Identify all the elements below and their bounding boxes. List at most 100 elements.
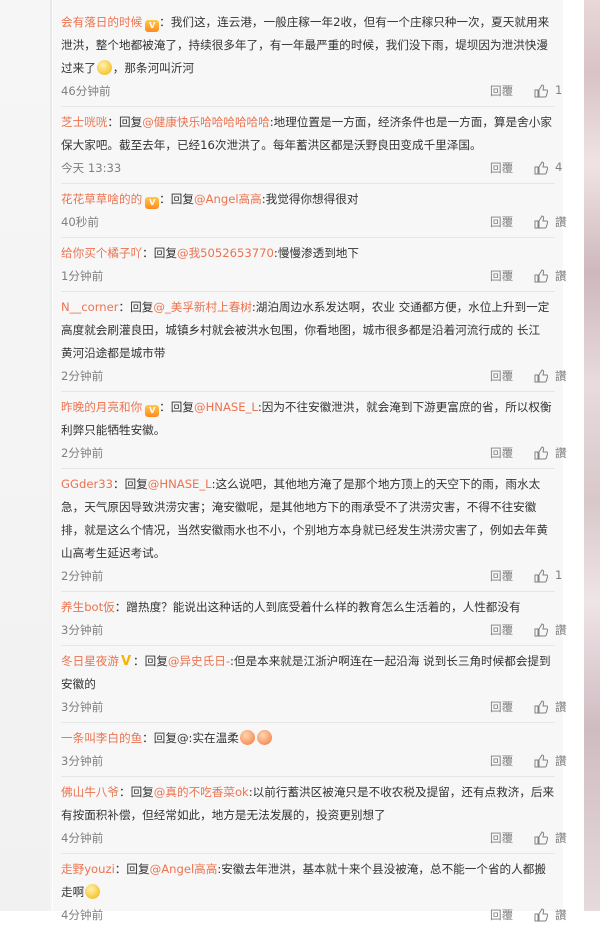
thumbs-up-icon[interactable]: [534, 831, 548, 845]
like-count: 1: [555, 83, 563, 97]
comment-username[interactable]: 花花草草啥的的: [61, 192, 142, 206]
mention-link[interactable]: @健康快乐哈哈哈哈哈哈: [142, 115, 270, 129]
reply-button[interactable]: 回覆: [490, 830, 513, 846]
thumbs-up-icon[interactable]: [534, 84, 548, 98]
reply-prefix: ：回复: [114, 862, 150, 876]
comment-body: ：我们这，连云港，一般庄稼一年2收，但有一个庄稼只种一次，夏天就: [159, 15, 526, 29]
comment-username[interactable]: GGder33: [61, 477, 113, 491]
mention-link[interactable]: @真的不吃香菜ok: [154, 785, 249, 799]
divider: [61, 591, 555, 592]
reply-button[interactable]: 回覆: [490, 622, 513, 638]
comment-item: 养生bot仮：蹭热度？能说出这种话的人到底受着什么样的教育怎么生活着的，人性都没…: [53, 596, 567, 646]
reply-button[interactable]: 回覆: [490, 445, 513, 461]
comment-body: :我觉得你想得很对: [261, 192, 359, 206]
thumbs-up-icon[interactable]: [534, 908, 548, 922]
like-count: 讚: [555, 623, 567, 637]
thumbs-up-icon[interactable]: [534, 700, 548, 714]
comment-meta: 3分钟前 回覆 讚: [61, 750, 567, 773]
emoji-icon: [239, 730, 255, 745]
comment-text: 走野youzi：回复@Angel高高:安徽去年泄洪，基本就十来个县没被淹，总不能…: [61, 858, 555, 904]
left-background: [0, 0, 52, 911]
comment-time: 46分钟前: [61, 84, 111, 98]
comment-meta: 46分钟前 回覆 1: [61, 80, 562, 103]
comment-username[interactable]: 一条叫李白的鱼: [61, 731, 142, 745]
comment-text: GGder33：回复@HNASE_L:这么说吧，其他地方淹了是那个地方顶上的天空…: [61, 473, 555, 565]
like-count: 讚: [555, 908, 567, 922]
like-count: 讚: [555, 831, 567, 845]
reply-button[interactable]: 回覆: [490, 160, 513, 176]
comment-text: 佛山牛八爷：回复@真的不吃香菜ok:以前行蓄洪区被淹只是不收农税及提留，还有点救…: [61, 781, 555, 827]
comment-username[interactable]: 佛山牛八爷: [61, 785, 119, 799]
mention-link[interactable]: @我5052653770: [177, 246, 274, 260]
comment-username[interactable]: 昨晚的月亮和你: [61, 400, 142, 414]
comment-text: 一条叫李白的鱼：回复@:实在温柔: [61, 727, 555, 750]
comment-time: 1分钟前: [61, 269, 104, 283]
comment-text: 昨晚的月亮和你 V ：回复@HNASE_L:因为不往安徽泄洪，就会淹到下游更富庶的省…: [61, 396, 555, 442]
divider: [61, 106, 555, 107]
divider: [61, 237, 555, 238]
thumbs-up-icon[interactable]: [534, 754, 548, 768]
like-count: 讚: [555, 700, 567, 714]
mention-link[interactable]: @HNASE_L: [194, 400, 258, 414]
divider: [61, 468, 555, 469]
reply-prefix: ：回复: [159, 400, 194, 414]
comment-meta: 4分钟前 回覆 讚: [61, 904, 567, 927]
comment-username[interactable]: N__corner: [61, 300, 119, 314]
divider: [61, 853, 555, 854]
reply-button[interactable]: 回覆: [490, 907, 513, 923]
vip-badge-icon: V: [145, 197, 160, 209]
divider: [61, 183, 555, 184]
thumbs-up-icon[interactable]: [534, 569, 548, 583]
comment-username[interactable]: 给你买个橘子吖: [61, 246, 142, 260]
comment-username[interactable]: 会有落日的时候: [61, 15, 142, 29]
mention-link[interactable]: @Angel高高: [150, 862, 218, 876]
thumbs-up-icon[interactable]: [534, 446, 548, 460]
emoji-icon: [96, 60, 112, 75]
comment-item: 花花草草啥的的 V ：回复@Angel高高:我觉得你想得很对 40秒前 回覆 讚: [53, 188, 567, 238]
like-count: 讚: [555, 754, 567, 768]
comment-item: 昨晚的月亮和你 V ：回复@HNASE_L:因为不往安徽泄洪，就会淹到下游更富庶的省…: [53, 396, 567, 469]
comment-meta: 今天 13:33 回覆 4: [61, 157, 562, 180]
comment-meta: 3分钟前 回覆 讚: [61, 619, 567, 642]
reply-button[interactable]: 回覆: [490, 568, 513, 584]
thumbs-up-icon[interactable]: [534, 215, 548, 229]
reply-button[interactable]: 回覆: [490, 699, 513, 715]
comment-body: ：蹭热度？能说出这种话的人到底受着什么样的教育怎么生活着的，人性都没有: [114, 600, 521, 614]
comment-username[interactable]: 冬日星夜游: [61, 654, 119, 668]
comment-username[interactable]: 养生bot仮: [61, 600, 115, 614]
comment-time: 今天 13:33: [61, 161, 122, 175]
mention-link[interactable]: @_美孚新村上春树: [153, 300, 252, 314]
reply-button[interactable]: 回覆: [490, 753, 513, 769]
reply-prefix: ：回复: [118, 300, 154, 314]
mention-link[interactable]: @Angel高高: [194, 192, 262, 206]
comment-list: 会有落日的时候 V ：我们这，连云港，一般庄稼一年2收，但有一个庄稼只种一次，夏天就…: [53, 0, 567, 922]
divider: [61, 722, 555, 723]
comment-text: 花花草草啥的的 V ：回复@Angel高高:我觉得你想得很对: [61, 188, 555, 211]
comment-meta: 3分钟前 回覆 讚: [61, 696, 567, 719]
verified-badge-icon: V: [120, 654, 132, 669]
reply-button[interactable]: 回覆: [490, 214, 513, 230]
thumbs-up-icon[interactable]: [534, 623, 548, 637]
thumbs-up-icon[interactable]: [534, 269, 548, 283]
comment-item: 芝士咣咣：回复@健康快乐哈哈哈哈哈哈:地理位置是一方面，经济条件也是一方面，算是…: [53, 111, 563, 184]
comment-item: GGder33：回复@HNASE_L:这么说吧，其他地方淹了是那个地方顶上的天空…: [53, 473, 563, 592]
reply-prefix: ：回复: [118, 785, 154, 799]
reply-button[interactable]: 回覆: [490, 83, 513, 99]
comment-time: 2分钟前: [61, 369, 104, 383]
comment-username[interactable]: 芝士咣咣: [61, 115, 107, 129]
thumbs-up-icon[interactable]: [534, 369, 548, 383]
comment-time: 2分钟前: [61, 446, 104, 460]
divider: [61, 391, 555, 392]
comment-body: ，那条河叫沂河: [112, 61, 194, 75]
comment-username[interactable]: 走野youzi: [61, 862, 115, 876]
comment-body: :但是本来就是江浙沪啊连在一起沿海 说到长三角时候都会提: [230, 654, 540, 668]
comment-meta: 4分钟前 回覆 讚: [61, 827, 567, 850]
reply-prefix: ：回复: [112, 477, 148, 491]
divider: [61, 645, 555, 646]
mention-link[interactable]: @异史氏日-: [168, 654, 230, 668]
mention-link[interactable]: @HNASE_L: [148, 477, 212, 491]
thumbs-up-icon[interactable]: [534, 161, 548, 175]
reply-button[interactable]: 回覆: [490, 268, 513, 284]
like-count: 讚: [555, 269, 567, 283]
reply-button[interactable]: 回覆: [490, 368, 513, 384]
